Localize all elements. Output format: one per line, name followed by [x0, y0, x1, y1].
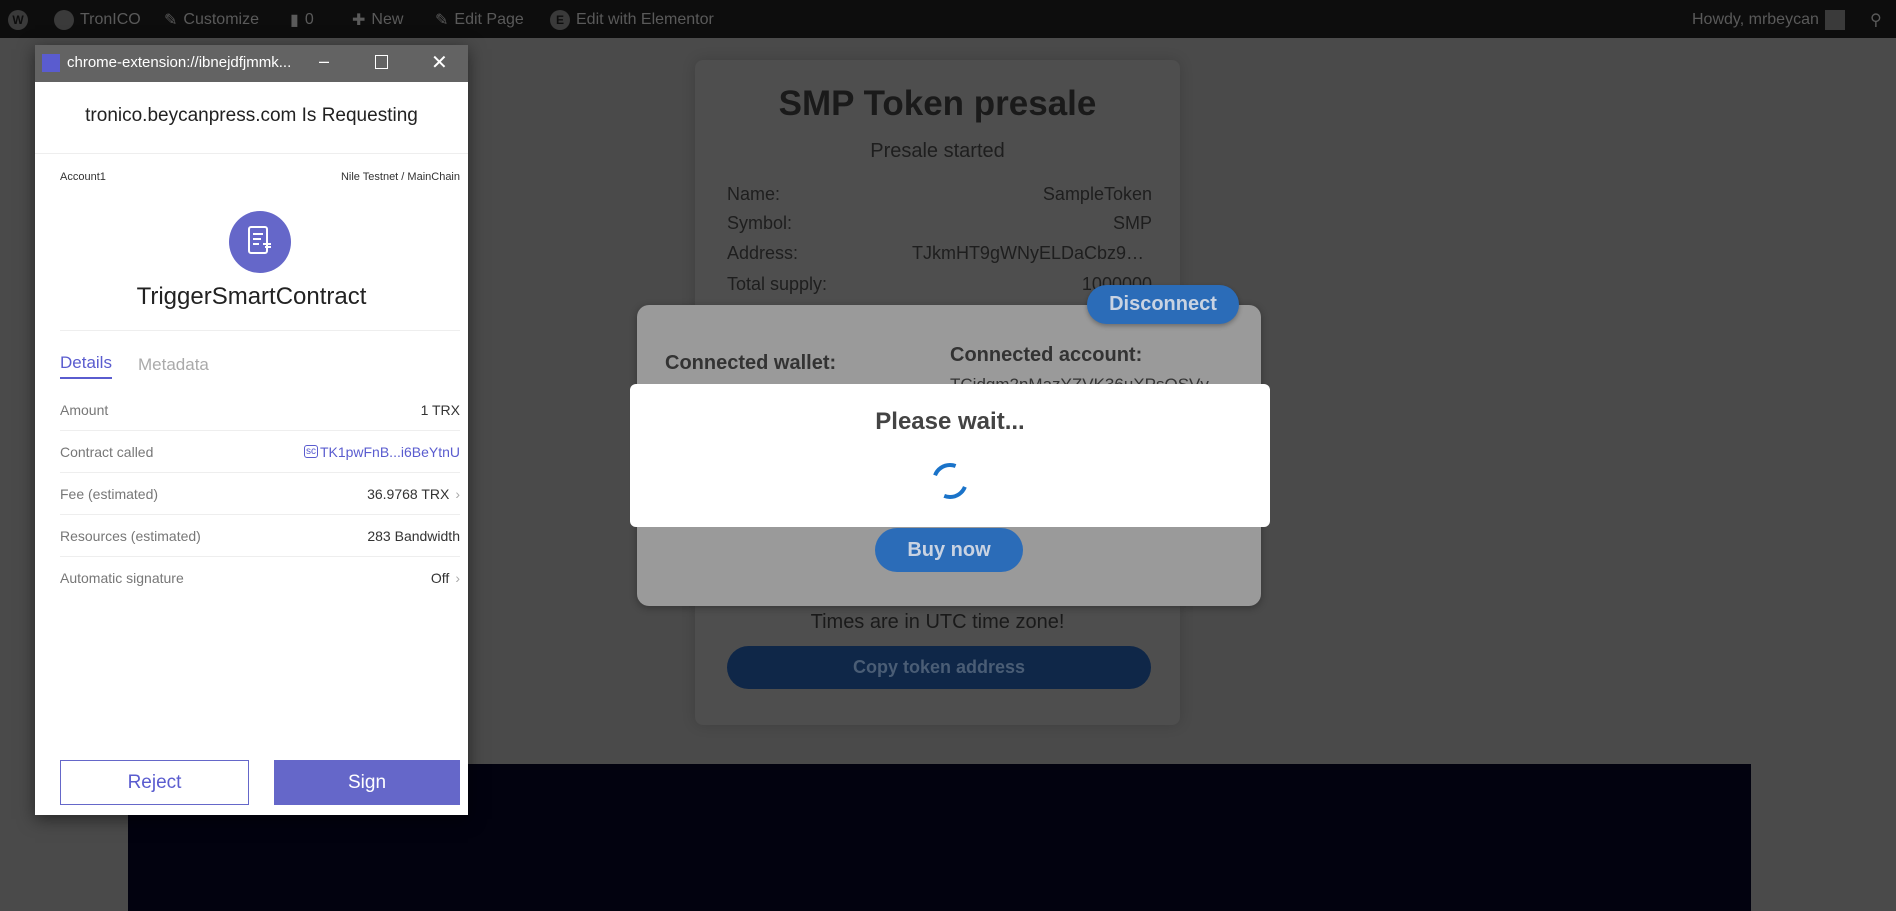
loading-spinner-icon: [932, 463, 968, 499]
requesting-title: tronico.beycanpress.com Is Requesting: [85, 105, 418, 126]
row-label: Contract called: [60, 443, 154, 460]
admin-bar-customize[interactable]: ✎ Customize: [164, 10, 259, 30]
row-label: Name:: [727, 184, 781, 204]
timezone-note: Times are in UTC time zone!: [810, 611, 1065, 633]
elementor-icon: E: [550, 10, 570, 30]
sign-button[interactable]: Sign: [274, 760, 460, 805]
window-title: chrome-extension://ibnejdfjmmk...: [67, 54, 292, 71]
chevron-right-icon: ›: [455, 570, 460, 586]
disconnect-button[interactable]: Disconnect: [1087, 285, 1239, 324]
admin-bar-edit-page[interactable]: ✎ Edit Page: [435, 10, 524, 30]
detail-row-amount: Amount 1 TRX: [60, 389, 460, 431]
admin-bar-comments[interactable]: ▮ 0: [290, 10, 314, 30]
row-value: TJkmHT9gWNyELDaCbz9…: [911, 243, 1144, 263]
admin-bar-new[interactable]: ✚ New: [352, 10, 403, 30]
search-icon[interactable]: ⚲: [1870, 10, 1882, 30]
edit-page-label: Edit Page: [454, 11, 524, 28]
elementor-label: Edit with Elementor: [576, 11, 714, 28]
row-label: Address:: [727, 243, 799, 263]
transaction-type: TriggerSmartContract: [136, 283, 367, 310]
chevron-right-icon: ›: [455, 485, 460, 502]
row-value: Off: [430, 570, 450, 586]
minimize-icon[interactable]: –: [319, 51, 329, 72]
row-value: 283 Bandwidth: [367, 527, 460, 544]
row-value: TK1pwFnB...i6BeYtnU: [319, 443, 460, 460]
smart-contract-badge-icon: sc: [303, 445, 318, 458]
network-name: Nile Testnet / MainChain: [340, 171, 460, 183]
maximize-icon[interactable]: [375, 55, 388, 69]
copy-token-address-button[interactable]: Copy token address: [727, 646, 1151, 689]
detail-row-resources: Resources (estimated) 283 Bandwidth: [60, 515, 460, 557]
comment-icon: ▮: [290, 12, 299, 29]
contract-link[interactable]: sc TK1pwFnB...i6BeYtnU: [303, 443, 460, 460]
presale-status: Presale started: [870, 140, 1005, 162]
window-titlebar[interactable]: chrome-extension://ibnejdfjmmk... – ✕: [35, 45, 468, 82]
new-label: New: [371, 11, 404, 28]
divider: [60, 330, 460, 331]
info-row-name: Name: SampleToken: [727, 184, 1152, 205]
row-value: 1 TRX: [420, 401, 460, 418]
tab-details[interactable]: Details: [60, 353, 112, 379]
row-value: 36.9768 TRX: [367, 485, 450, 502]
divider: [35, 153, 468, 154]
info-row-symbol: Symbol: SMP: [727, 213, 1152, 234]
wordpress-logo-icon[interactable]: W: [8, 10, 28, 30]
row-label: Automatic signature: [60, 570, 184, 586]
pencil-icon: ✎: [435, 12, 449, 29]
presale-title: SMP Token presale: [778, 84, 1097, 123]
detail-row-contract: Contract called sc TK1pwFnB...i6BeYtnU: [60, 431, 460, 473]
detail-row-fee[interactable]: Fee (estimated) 36.9768 TRX ›: [60, 473, 460, 515]
detail-row-auto-signature[interactable]: Automatic signature Off ›: [60, 557, 460, 599]
reject-button[interactable]: Reject: [60, 760, 249, 805]
row-value: SMP: [1112, 213, 1152, 233]
tronlink-logo-icon: [42, 54, 60, 72]
row-label: Total supply:: [727, 274, 828, 294]
row-label: Amount: [60, 401, 109, 418]
tronlink-popup-window: chrome-extension://ibnejdfjmmk... – ✕ tr…: [35, 45, 468, 815]
wp-admin-bar: W TronICO ✎ Customize ▮ 0 ✚ New ✎ Edit Page …: [0, 0, 1896, 38]
row-label: Resources (estimated): [60, 527, 201, 544]
connected-wallet-label: Connected wallet:: [665, 352, 837, 374]
info-row-address: Address: TJkmHT9gWNyELDaCbz9…: [727, 243, 1152, 264]
account-name: Account1: [60, 171, 106, 183]
admin-bar-elementor[interactable]: E Edit with Elementor: [550, 10, 714, 30]
row-label: Fee (estimated): [60, 485, 159, 502]
buy-now-button[interactable]: Buy now: [875, 528, 1023, 572]
contract-icon: [229, 211, 291, 273]
admin-bar-account[interactable]: Howdy, mrbeycan: [1692, 10, 1845, 30]
please-wait-title: Please wait...: [875, 408, 1025, 435]
brush-icon: ✎: [164, 12, 178, 29]
site-name: TronICO: [80, 11, 141, 28]
row-label: Symbol:: [727, 213, 793, 233]
avatar: [1824, 10, 1845, 30]
comment-count: 0: [304, 11, 314, 28]
customize-label: Customize: [183, 11, 259, 28]
plus-icon: ✚: [352, 12, 366, 29]
howdy-label: Howdy, mrbeycan: [1692, 11, 1819, 28]
info-row-supply: Total supply: 1000000: [727, 274, 1152, 295]
row-value: SampleToken: [1042, 184, 1152, 204]
connected-account-label: Connected account:: [950, 344, 1143, 366]
tab-metadata[interactable]: Metadata: [138, 355, 209, 375]
dashboard-icon: [54, 10, 74, 30]
admin-bar-site[interactable]: TronICO: [54, 10, 141, 30]
close-icon[interactable]: ✕: [431, 50, 448, 75]
please-wait-dialog: Please wait...: [630, 384, 1270, 527]
